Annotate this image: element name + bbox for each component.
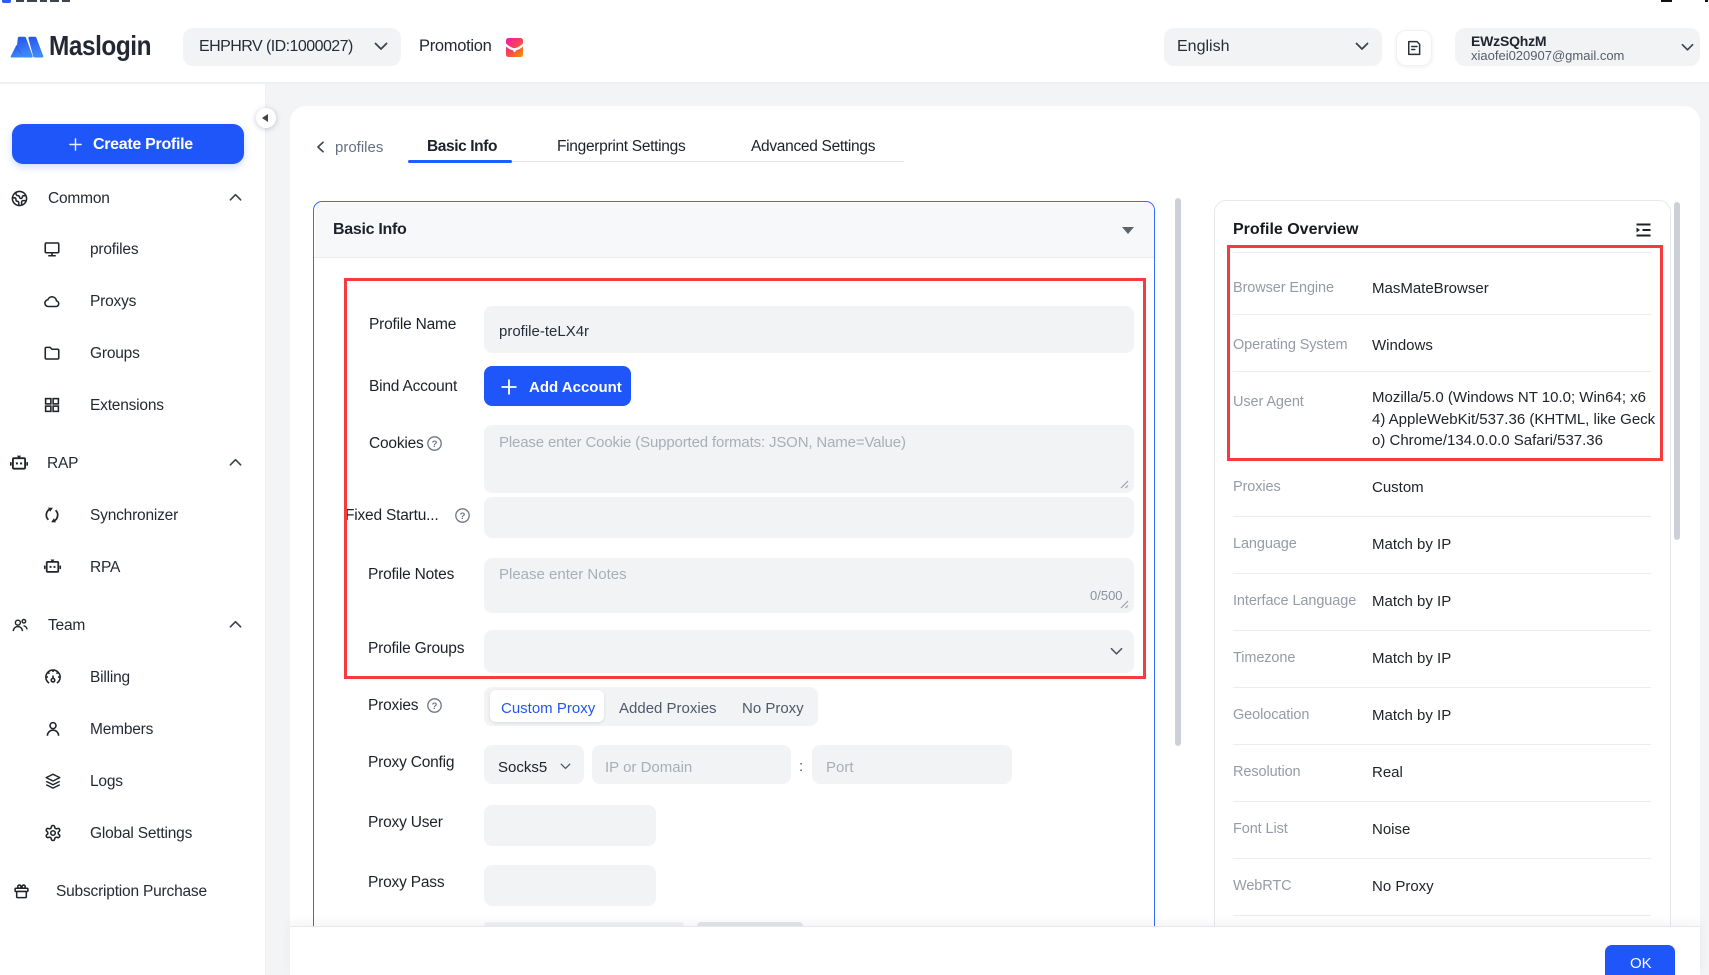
svg-text:?: ? bbox=[432, 701, 438, 712]
